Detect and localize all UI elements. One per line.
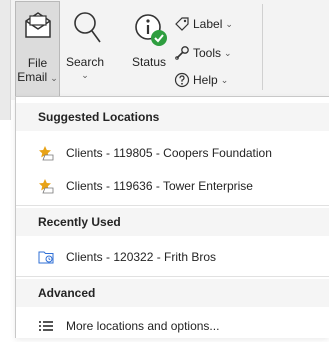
menu-item-label: Clients - 119805 - Coopers Foundation — [66, 146, 272, 160]
star-folder-icon — [39, 179, 54, 194]
help-button[interactable]: Help ⌄ — [174, 70, 228, 90]
search-icon — [74, 12, 101, 43]
list-options-icon — [39, 321, 53, 331]
section-header-recent: Recently Used — [16, 208, 329, 236]
chevron-down-icon: ⌄ — [50, 73, 58, 83]
help-text: Help — [193, 73, 218, 87]
chevron-down-icon: ⌄ — [220, 74, 229, 85]
menu-item-recent-1[interactable]: Clients - 120322 - Frith Bros — [16, 241, 329, 273]
info-status-icon — [135, 14, 167, 46]
menu-item-suggested-2[interactable]: Clients - 119636 - Tower Enterprise — [16, 170, 329, 202]
help-icon — [174, 72, 190, 88]
search-button[interactable]: Search ⌄ — [60, 4, 110, 94]
menu-item-label: Clients - 120322 - Frith Bros — [66, 250, 217, 264]
envelope-icon — [25, 12, 51, 38]
tools-button[interactable]: Tools ⌄ — [174, 43, 232, 63]
chevron-down-icon: ⌄ — [224, 47, 232, 58]
chevron-down-icon: ⌄ — [81, 70, 89, 80]
star-folder-icon — [39, 146, 54, 161]
menu-item-more-locations[interactable]: More locations and options... — [16, 310, 329, 342]
tools-text: Tools — [193, 46, 222, 60]
menu-item-label: Clients - 119636 - Tower Enterprise — [66, 179, 253, 193]
wrench-icon — [175, 46, 189, 60]
label-button[interactable]: Label ⌄ — [174, 14, 233, 34]
file-email-label-text: Email — [17, 70, 48, 84]
menu-divider — [16, 276, 329, 277]
status-button[interactable]: Status — [128, 4, 172, 94]
file-email-dropdown-menu: Suggested Locations Clients - 119805 - C… — [15, 96, 329, 338]
ribbon-left-edge — [0, 0, 11, 120]
file-email-label-line2: Email ⌄ — [16, 70, 59, 85]
menu-item-suggested-1[interactable]: Clients - 119805 - Coopers Foundation — [16, 137, 329, 169]
chevron-down-icon: ⌄ — [225, 18, 233, 29]
section-header-suggested: Suggested Locations — [16, 103, 329, 131]
ribbon-separator — [262, 4, 263, 90]
search-label: Search — [65, 55, 105, 69]
label-text: Label — [193, 17, 223, 31]
recent-folder-icon — [38, 251, 54, 264]
status-label: Status — [131, 55, 167, 69]
menu-item-label: More locations and options... — [66, 319, 220, 333]
menu-divider — [16, 205, 329, 206]
file-email-button[interactable]: File Email ⌄ — [15, 1, 60, 97]
file-email-label-line1: File — [27, 56, 48, 70]
tag-icon — [175, 17, 189, 31]
section-header-advanced: Advanced — [16, 279, 329, 307]
